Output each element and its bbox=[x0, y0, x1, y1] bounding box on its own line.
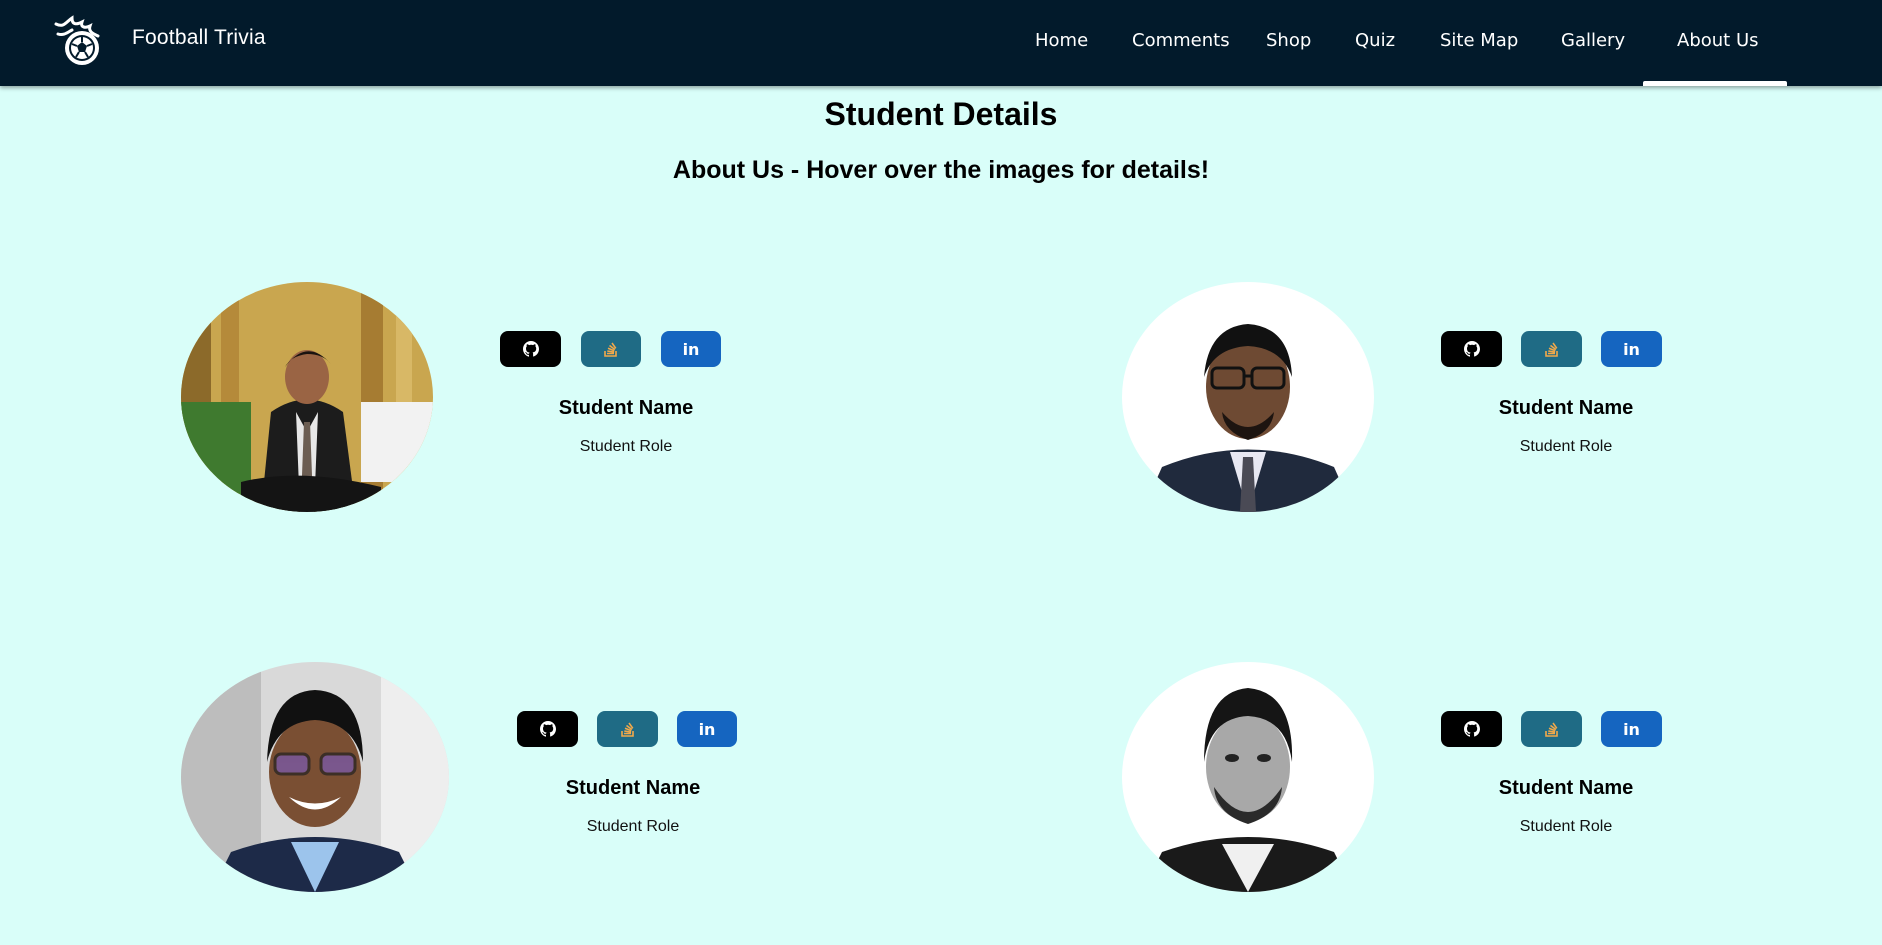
stackoverflow-button[interactable] bbox=[581, 331, 641, 367]
student-name: Student Name bbox=[1498, 397, 1634, 419]
linkedin-button[interactable]: in bbox=[677, 711, 737, 747]
linkedin-button[interactable]: in bbox=[661, 331, 721, 367]
stackoverflow-button[interactable] bbox=[1521, 711, 1582, 747]
student-role: Student Role bbox=[586, 818, 680, 835]
student-role: Student Role bbox=[579, 438, 673, 455]
student-photo[interactable] bbox=[1122, 282, 1374, 512]
page-title: Student Details bbox=[824, 96, 1058, 132]
stackoverflow-icon bbox=[604, 342, 617, 357]
stackoverflow-icon bbox=[1544, 342, 1558, 357]
nav-site-map[interactable]: Site Map bbox=[1440, 30, 1518, 51]
nav-gallery[interactable]: Gallery bbox=[1561, 30, 1625, 51]
github-icon bbox=[1463, 721, 1480, 737]
stackoverflow-icon bbox=[620, 722, 634, 737]
stackoverflow-button[interactable] bbox=[597, 711, 658, 747]
student-photo[interactable] bbox=[181, 282, 433, 512]
github-button[interactable] bbox=[517, 711, 578, 747]
github-button[interactable] bbox=[1441, 711, 1502, 747]
nav-shop[interactable]: Shop bbox=[1266, 30, 1311, 51]
linkedin-icon: in bbox=[1623, 719, 1640, 739]
nav-quiz[interactable]: Quiz bbox=[1355, 30, 1395, 51]
stackoverflow-button[interactable] bbox=[1521, 331, 1582, 367]
github-icon bbox=[522, 341, 539, 357]
student-name: Student Name bbox=[565, 777, 701, 799]
student-name: Student Name bbox=[1498, 777, 1634, 799]
navbar: Football Trivia Home Comments Shop Quiz … bbox=[0, 0, 1882, 86]
linkedin-button[interactable]: in bbox=[1601, 711, 1662, 747]
page-subtitle: About Us - Hover over the images for det… bbox=[672, 156, 1210, 184]
github-icon bbox=[539, 721, 556, 737]
active-nav-indicator bbox=[1643, 81, 1787, 86]
github-button[interactable] bbox=[1441, 331, 1502, 367]
github-button[interactable] bbox=[500, 331, 561, 367]
stackoverflow-icon bbox=[1544, 722, 1558, 737]
github-icon bbox=[1463, 341, 1480, 357]
student-photo[interactable] bbox=[1122, 662, 1374, 892]
linkedin-button[interactable]: in bbox=[1601, 331, 1662, 367]
linkedin-icon: in bbox=[698, 719, 716, 739]
linkedin-icon: in bbox=[682, 339, 700, 359]
student-photo[interactable] bbox=[181, 662, 449, 892]
nav-comments[interactable]: Comments bbox=[1132, 30, 1230, 51]
student-role: Student Role bbox=[1519, 818, 1613, 835]
linkedin-icon: in bbox=[1623, 339, 1640, 359]
nav-about-us[interactable]: About Us bbox=[1677, 30, 1759, 51]
student-role: Student Role bbox=[1519, 438, 1613, 455]
nav-links: Home Comments Shop Quiz Site Map Gallery… bbox=[0, 0, 1882, 86]
student-name: Student Name bbox=[558, 397, 694, 419]
nav-home[interactable]: Home bbox=[1035, 30, 1088, 51]
